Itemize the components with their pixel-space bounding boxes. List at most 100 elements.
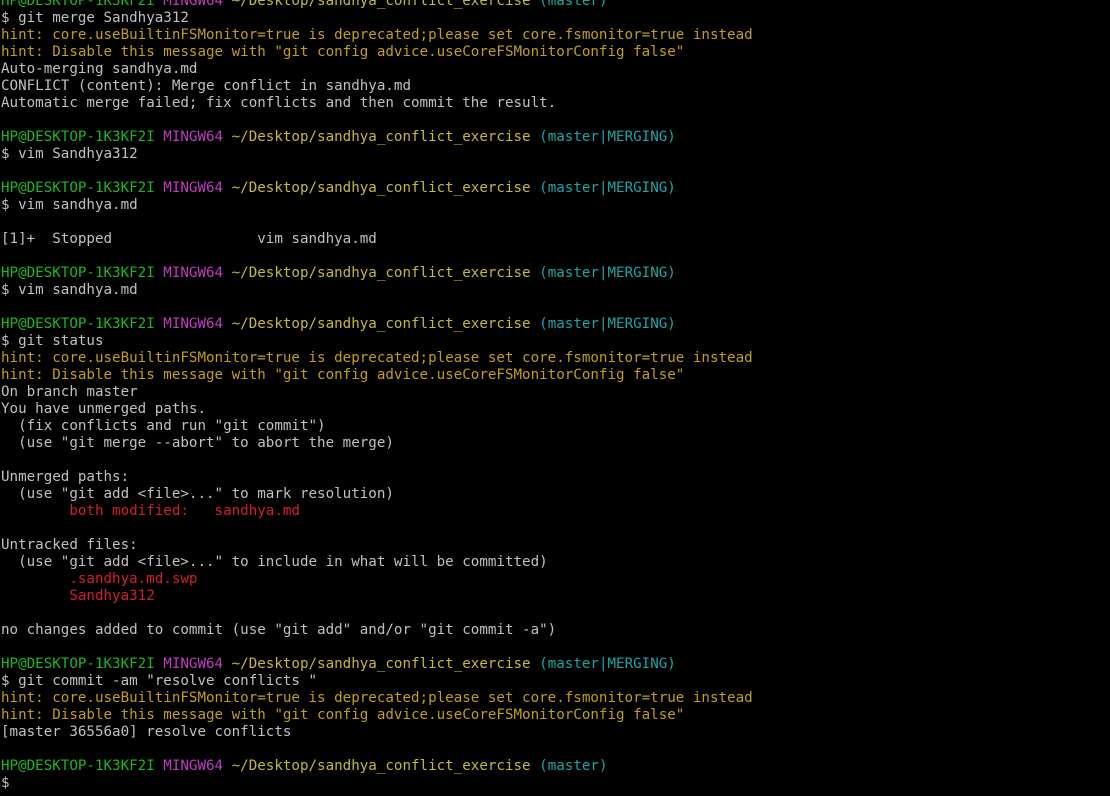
output-text: (fix conflicts and run "git commit") [1, 418, 326, 434]
output-line: (use "git merge --abort" to abort the me… [1, 435, 1106, 452]
file-status-text: both modified: sandhya.md [1, 503, 300, 519]
output-line: (fix conflicts and run "git commit") [1, 418, 1106, 435]
output-line: [master 36556a0] resolve conflicts [1, 724, 1106, 741]
prompt-line: HP@DESKTOP-1K3KF2I MINGW64 ~/Desktop/san… [1, 656, 1106, 673]
output-text: Automatic merge failed; fix conflicts an… [1, 95, 557, 111]
command-line: $ vim sandhya.md [1, 282, 1106, 299]
prompt-user: HP@DESKTOP-1K3KF2I [1, 656, 155, 672]
prompt-shell: MINGW64 [163, 0, 224, 9]
terminal-output[interactable]: HP@DESKTOP-1K3KF2I MINGW64 ~/Desktop/san… [1, 0, 1106, 792]
output-text: no changes added to commit (use "git add… [1, 622, 557, 638]
prompt-path: ~/Desktop/sandhya_conflict_exercise [231, 180, 531, 196]
command-line: $ [1, 775, 1106, 792]
prompt-line: HP@DESKTOP-1K3KF2I MINGW64 ~/Desktop/san… [1, 180, 1106, 197]
output-text: [1]+ Stopped vim sandhya.md [1, 231, 377, 247]
output-text: [master 36556a0] resolve conflicts [1, 724, 292, 740]
output-text: Unmerged paths: [1, 469, 130, 485]
prompt-shell: MINGW64 [163, 129, 224, 145]
command-text: $ vim Sandhya312 [1, 146, 138, 162]
output-text: (use "git add <file>..." to include in w… [1, 554, 548, 570]
prompt-branch: (master) [539, 758, 608, 774]
hint-text: hint: core.useBuiltinFSMonitor=true is d… [1, 690, 753, 706]
command-text: $ [1, 775, 19, 791]
prompt-user: HP@DESKTOP-1K3KF2I [1, 129, 155, 145]
prompt-path: ~/Desktop/sandhya_conflict_exercise [231, 316, 531, 332]
output-text: CONFLICT (content): Merge conflict in sa… [1, 78, 411, 94]
command-line: $ vim Sandhya312 [1, 146, 1106, 163]
prompt-line: HP@DESKTOP-1K3KF2I MINGW64 ~/Desktop/san… [1, 129, 1106, 146]
output-text: (use "git merge --abort" to abort the me… [1, 435, 394, 451]
prompt-path: ~/Desktop/sandhya_conflict_exercise [231, 0, 531, 9]
hint-line: hint: core.useBuiltinFSMonitor=true is d… [1, 350, 1106, 367]
prompt-line: HP@DESKTOP-1K3KF2I MINGW64 ~/Desktop/san… [1, 758, 1106, 775]
hint-line: hint: core.useBuiltinFSMonitor=true is d… [1, 690, 1106, 707]
hint-line: hint: Disable this message with "git con… [1, 44, 1106, 61]
hint-text: hint: Disable this message with "git con… [1, 707, 685, 723]
prompt-line: HP@DESKTOP-1K3KF2I MINGW64 ~/Desktop/san… [1, 0, 1106, 10]
command-text: $ vim sandhya.md [1, 197, 138, 213]
output-text: (use "git add <file>..." to mark resolut… [1, 486, 394, 502]
output-text: On branch master [1, 384, 138, 400]
prompt-path: ~/Desktop/sandhya_conflict_exercise [231, 129, 531, 145]
prompt-shell: MINGW64 [163, 265, 224, 281]
output-line: You have unmerged paths. [1, 401, 1106, 418]
command-text: $ git commit -am "resolve conflicts " [1, 673, 318, 689]
command-text: $ git merge Sandhya312 [1, 10, 189, 26]
hint-line: hint: Disable this message with "git con… [1, 367, 1106, 384]
file-status-text: .sandhya.md.swp [1, 571, 198, 587]
output-line: (use "git add <file>..." to mark resolut… [1, 486, 1106, 503]
prompt-path: ~/Desktop/sandhya_conflict_exercise [231, 265, 531, 281]
prompt-user: HP@DESKTOP-1K3KF2I [1, 180, 155, 196]
output-line: Untracked files: [1, 537, 1106, 554]
prompt-shell: MINGW64 [163, 316, 224, 332]
output-text: You have unmerged paths. [1, 401, 206, 417]
prompt-branch: (master|MERGING) [539, 265, 676, 281]
output-line: On branch master [1, 384, 1106, 401]
output-line: Auto-merging sandhya.md [1, 61, 1106, 78]
command-line: $ git status [1, 333, 1106, 350]
hint-text: hint: core.useBuiltinFSMonitor=true is d… [1, 350, 753, 366]
command-text: $ vim sandhya.md [1, 282, 138, 298]
hint-line: hint: core.useBuiltinFSMonitor=true is d… [1, 27, 1106, 44]
prompt-branch: (master) [539, 0, 608, 9]
prompt-branch: (master|MERGING) [539, 316, 676, 332]
prompt-line: HP@DESKTOP-1K3KF2I MINGW64 ~/Desktop/san… [1, 265, 1106, 282]
file-status-line: both modified: sandhya.md [1, 503, 1106, 520]
prompt-shell: MINGW64 [163, 180, 224, 196]
output-line: [1]+ Stopped vim sandhya.md [1, 231, 1106, 248]
prompt-branch: (master|MERGING) [539, 656, 676, 672]
prompt-branch: (master|MERGING) [539, 180, 676, 196]
prompt-branch: (master|MERGING) [539, 129, 676, 145]
file-status-line: Sandhya312 [1, 588, 1106, 605]
command-line: $ git merge Sandhya312 [1, 10, 1106, 27]
prompt-path: ~/Desktop/sandhya_conflict_exercise [231, 758, 531, 774]
prompt-user: HP@DESKTOP-1K3KF2I [1, 758, 155, 774]
prompt-user: HP@DESKTOP-1K3KF2I [1, 0, 155, 9]
prompt-user: HP@DESKTOP-1K3KF2I [1, 316, 155, 332]
prompt-user: HP@DESKTOP-1K3KF2I [1, 265, 155, 281]
output-line: (use "git add <file>..." to include in w… [1, 554, 1106, 571]
output-line: Unmerged paths: [1, 469, 1106, 486]
hint-line: hint: Disable this message with "git con… [1, 707, 1106, 724]
output-text: Auto-merging sandhya.md [1, 61, 198, 77]
hint-text: hint: Disable this message with "git con… [1, 367, 685, 383]
hint-text: hint: Disable this message with "git con… [1, 44, 685, 60]
output-line: CONFLICT (content): Merge conflict in sa… [1, 78, 1106, 95]
output-text: Untracked files: [1, 537, 138, 553]
file-status-line: .sandhya.md.swp [1, 571, 1106, 588]
command-line: $ vim sandhya.md [1, 197, 1106, 214]
prompt-line: HP@DESKTOP-1K3KF2I MINGW64 ~/Desktop/san… [1, 316, 1106, 333]
prompt-path: ~/Desktop/sandhya_conflict_exercise [231, 656, 531, 672]
output-line: no changes added to commit (use "git add… [1, 622, 1106, 639]
file-status-text: Sandhya312 [1, 588, 155, 604]
